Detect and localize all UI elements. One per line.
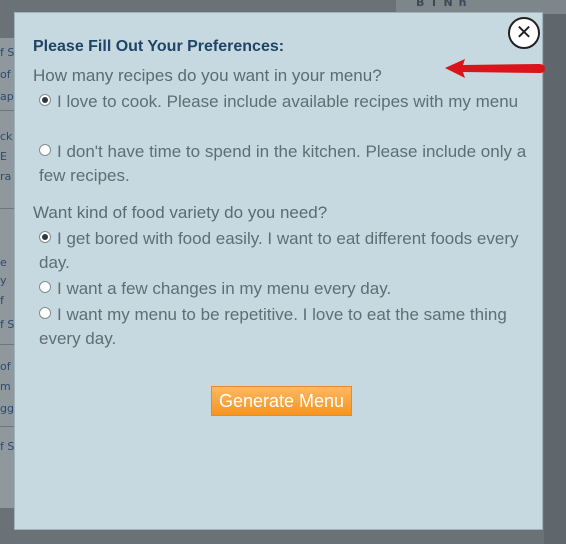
background-link: e (0, 256, 7, 269)
preferences-dialog: Please Fill Out Your Preferences: How ma… (14, 12, 543, 530)
option-label: I love to cook. Please include available… (57, 92, 519, 111)
radio-icon[interactable] (39, 281, 51, 293)
background-link: E (0, 150, 7, 163)
background-link: ck (0, 130, 13, 143)
option-label: I get bored with food easily. I want to … (39, 229, 519, 272)
background-link: of (0, 68, 11, 81)
option-repetitive[interactable]: I want my menu to be repetitive. I love … (39, 303, 529, 351)
option-few-recipes[interactable]: I don't have time to spend in the kitche… (39, 140, 529, 188)
close-icon[interactable]: ✕ (508, 17, 540, 49)
arrow-shape (445, 59, 545, 78)
option-love-to-cook[interactable]: I love to cook. Please include available… (39, 90, 529, 114)
background-link: of (0, 360, 11, 373)
background-divider (0, 426, 14, 427)
dialog-title: Please Fill Out Your Preferences: (33, 38, 285, 55)
background-divider (0, 344, 14, 345)
background-sidebar: f S of ap ck E ra e y f f S of m gg f S (0, 38, 14, 508)
option-label: I want a few changes in my menu every da… (57, 279, 392, 298)
background-link: ra (0, 170, 12, 183)
radio-icon[interactable] (39, 307, 51, 319)
background-link: f S (0, 318, 14, 331)
background-link: f S (0, 46, 14, 59)
background-link: f (0, 294, 4, 307)
background-divider (0, 208, 14, 209)
background-link: ap (0, 90, 14, 103)
background-divider (0, 110, 14, 111)
option-label: I want my menu to be repetitive. I love … (39, 305, 507, 348)
red-arrow-annotation (445, 59, 545, 78)
background-link: gg (0, 402, 14, 415)
option-few-changes[interactable]: I want a few changes in my menu every da… (39, 277, 529, 301)
radio-selected-icon[interactable] (39, 231, 51, 243)
question-variety-label: Want kind of food variety do you need? (33, 203, 328, 222)
background-link: f S (0, 440, 14, 453)
radio-selected-icon[interactable] (39, 94, 51, 106)
radio-icon[interactable] (39, 144, 51, 156)
option-label: I don't have time to spend in the kitche… (39, 142, 527, 185)
background-link: y (0, 274, 7, 287)
question-recipes-label: How many recipes do you want in your men… (33, 66, 382, 85)
generate-menu-button[interactable]: Generate Menu (211, 386, 352, 416)
background-right-strip (544, 14, 566, 544)
option-bored-easily[interactable]: I get bored with food easily. I want to … (39, 227, 529, 275)
background-header-text: B T N h (416, 0, 468, 9)
background-link: m (0, 380, 11, 393)
